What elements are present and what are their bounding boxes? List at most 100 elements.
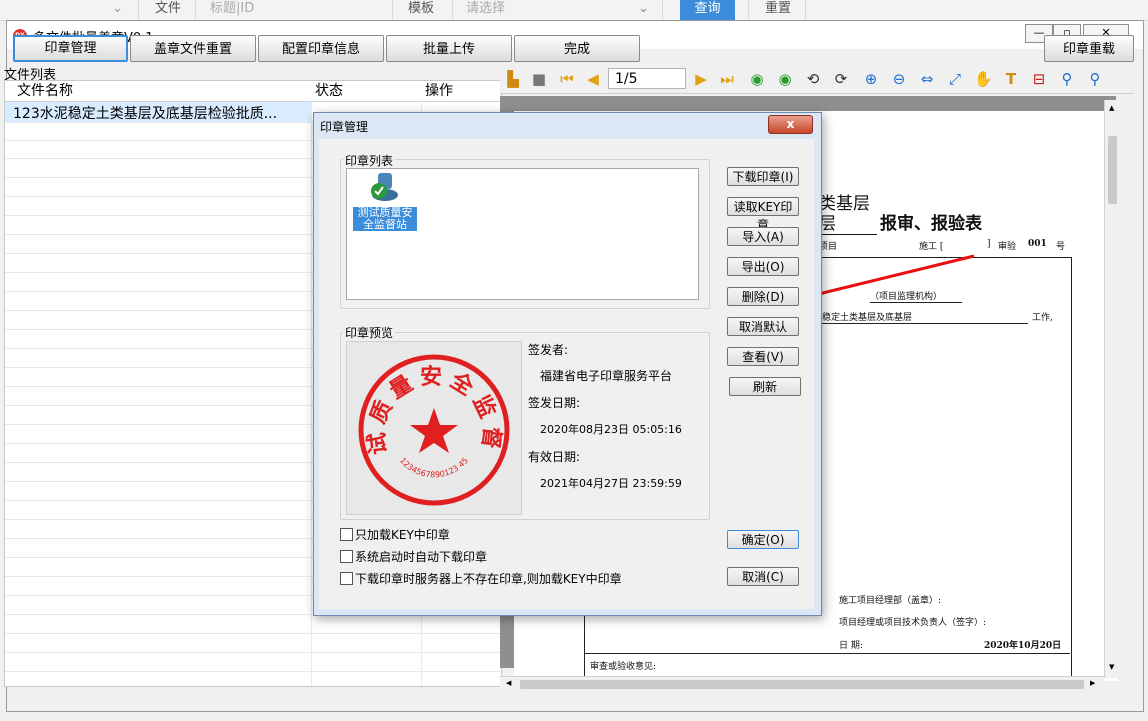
scroll-down-icon[interactable]: ▼ (1109, 663, 1114, 671)
seal-preview-image: 测试质量安全监督站 1234567890123 45 (333, 323, 522, 515)
valid-date-label: 有效日期: (528, 450, 581, 464)
read-key-seal-button[interactable]: 读取KEY印章 (727, 197, 799, 232)
title-search-input[interactable]: 标题|ID (210, 0, 254, 20)
ok-button[interactable]: 确定(O) (727, 530, 799, 549)
batch-upload-button[interactable]: 批量上传 (386, 35, 512, 62)
doc-sig-dept: 施工项目经理部（盖章）: (839, 596, 942, 606)
issue-date-label: 签发日期: (528, 396, 581, 410)
scroll-left-icon[interactable]: ◀ (506, 679, 511, 687)
fit-width-icon[interactable]: ⇔ (918, 70, 936, 88)
cancel-default-button[interactable]: 取消默认 (727, 317, 799, 336)
close-icon[interactable]: x (768, 115, 813, 134)
doc-hao: 号 (1056, 242, 1066, 252)
download-seal-button[interactable]: 下载印章(I) (727, 167, 799, 186)
seal-manage-button[interactable]: 印章管理 (13, 35, 128, 62)
divider (5, 671, 501, 672)
seal-manage-dialog: 印章管理 x 印章列表 测试质量安全监督站 印章预览 试质量安全监督 12345… (313, 112, 822, 616)
export-button[interactable]: 导出(O) (727, 257, 799, 276)
doc-heading-part2: 层 (819, 209, 877, 235)
horizontal-scrollbar[interactable]: ◀ ▶ (500, 676, 1104, 693)
seal-list-box[interactable]: 测试质量安全监督站 (346, 168, 699, 300)
done-button[interactable]: 完成 (514, 35, 640, 62)
refresh-button[interactable]: 刷新 (729, 377, 801, 396)
magnify-icon[interactable]: ⚲ (1058, 70, 1076, 88)
rotate-left-icon[interactable]: ⟲ (804, 70, 822, 88)
column-header-status[interactable]: 状态 (315, 81, 343, 101)
vertical-scrollbar[interactable]: ▲ ▼ (1104, 100, 1121, 678)
query-button[interactable]: 查询 (680, 0, 735, 20)
magnify-out-icon[interactable]: ⚲ (1086, 70, 1104, 88)
rotate-right-icon[interactable]: ⟳ (832, 70, 850, 88)
file-name-cell: 123水泥稳定土类基层及底基层检验批质... (13, 106, 278, 122)
zoom-out-icon[interactable]: ⊖ (890, 70, 908, 88)
back-icon[interactable]: ◉ (748, 70, 766, 88)
scroll-thumb[interactable] (1108, 136, 1117, 204)
divider (311, 101, 312, 686)
doc-review-opinion: 审查或验收意见: (590, 662, 657, 672)
import-button[interactable]: 导入(A) (727, 227, 799, 246)
delete-button[interactable]: 删除(D) (727, 287, 799, 306)
doc-work: 工作, (1032, 313, 1053, 323)
seal-graphic: 测试质量安全监督站 1234567890123 45 (333, 323, 510, 506)
template-select[interactable]: 请选择 (466, 0, 505, 20)
auto-download-checkbox[interactable] (340, 550, 353, 563)
view-button[interactable]: 查看(V) (727, 347, 799, 366)
doc-number: 001 (1028, 239, 1047, 249)
next-page-icon[interactable]: ▶ (692, 70, 710, 88)
divider (584, 653, 1070, 654)
page-number-input[interactable]: 1/5 (608, 68, 686, 89)
column-header-name[interactable]: 文件名称 (17, 81, 73, 101)
text-select-icon[interactable]: T (1002, 70, 1020, 88)
open-file-icon[interactable]: ▙ (504, 70, 522, 88)
fallback-key-checkbox[interactable] (340, 572, 353, 585)
divider (748, 0, 749, 20)
hand-tool-icon[interactable]: ✋ (974, 70, 993, 88)
chevron-down-icon[interactable]: ⌄ (112, 0, 123, 20)
divider (805, 0, 806, 20)
scroll-up-icon[interactable]: ▲ (1109, 104, 1114, 112)
dialog-body: 印章列表 测试质量安全监督站 印章预览 试质量安全监督 123456789012… (319, 139, 814, 609)
file-filter-label: 文件 (155, 1, 182, 16)
reset-button[interactable]: 重置 (765, 0, 791, 20)
forward-icon[interactable]: ◉ (776, 70, 794, 88)
divider (662, 0, 663, 20)
issuer-value: 福建省电子印章服务平台 (540, 369, 673, 383)
divider (5, 633, 501, 634)
doc-heading-part3: 报审、报验表 (880, 214, 982, 234)
chevron-down-icon[interactable]: ⌄ (638, 0, 649, 20)
column-header-action[interactable]: 操作 (425, 81, 453, 101)
doc-sig-manager: 项目经理或项目技术负责人（签字）: (839, 618, 987, 628)
dialog-title: 印章管理 (320, 120, 369, 134)
compare-icon[interactable]: ⊟ (1030, 70, 1048, 88)
pdf-toolbar: ▙ ■ ⏮ ◀ 1/5 ▶ ⏭ ◉ ◉ ⟲ ⟳ ⊕ ⊖ ⇔ ⤢ ✋ T ⊟ ⚲ … (500, 65, 1134, 94)
divider (392, 0, 393, 20)
only-key-checkbox[interactable] (340, 528, 353, 541)
first-page-icon[interactable]: ⏮ (558, 70, 576, 88)
doc-sig-date-value: 2020年10月20日 (984, 641, 1062, 651)
print-icon[interactable]: ■ (530, 70, 548, 88)
divider (5, 652, 501, 653)
last-page-icon[interactable]: ⏭ (718, 70, 736, 88)
seal-stamp-icon[interactable] (369, 171, 401, 203)
previous-page-icon[interactable]: ◀ (584, 70, 602, 88)
seal-item-name[interactable]: 测试质量安全监督站 (353, 207, 417, 231)
reset-files-button[interactable]: 盖章文件重置 (130, 35, 256, 62)
seal-preview-label: 印章预览 (343, 324, 396, 341)
doc-subject: 稳定土类基层及底基层 (822, 310, 1028, 324)
zoom-in-icon[interactable]: ⊕ (862, 70, 880, 88)
divider (452, 0, 453, 20)
seal-list-label: 印章列表 (343, 152, 396, 169)
fit-page-icon[interactable]: ⤢ (946, 70, 964, 88)
table-row[interactable]: 123水泥稳定土类基层及底基层检验批质... (5, 102, 311, 122)
divider (195, 0, 196, 20)
fallback-key-label: 下载印章时服务器上不存在印章,则加载KEY中印章 (355, 572, 622, 586)
only-key-label: 只加载KEY中印章 (355, 528, 450, 542)
scroll-right-icon[interactable]: ▶ (1090, 679, 1095, 687)
doc-review-label: 审验 (998, 242, 1017, 252)
cancel-button[interactable]: 取消(C) (727, 567, 799, 586)
config-seal-button[interactable]: 配置印章信息 (258, 35, 384, 62)
scroll-thumb[interactable] (520, 680, 1084, 689)
issuer-label: 签发者: (528, 343, 569, 357)
filter-bar: ⌄ 文件 标题|ID 模板 请选择 ⌄ 查询 重置 (0, 0, 1148, 21)
reload-seal-button[interactable]: 印章重载 (1044, 35, 1134, 62)
